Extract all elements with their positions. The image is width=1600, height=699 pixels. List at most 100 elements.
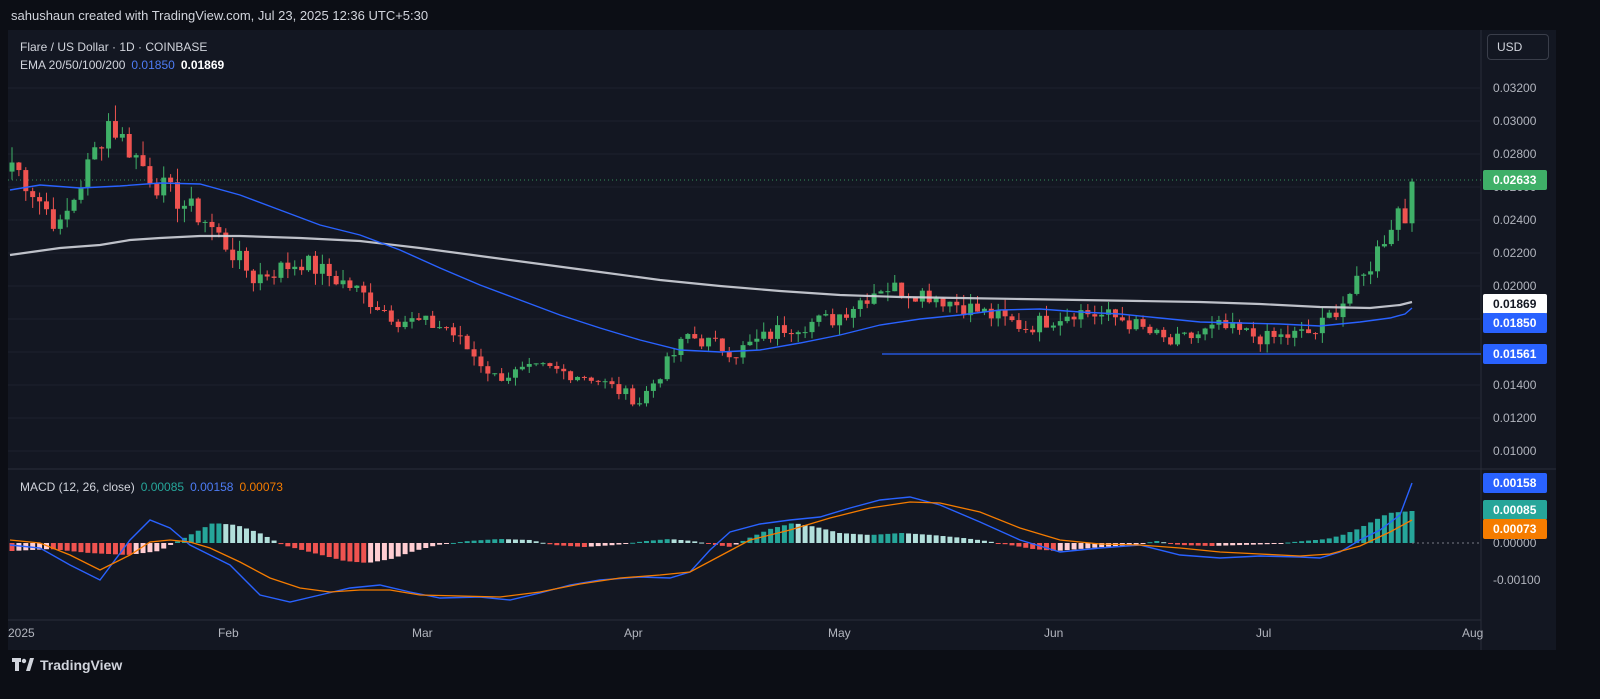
candle-body: [1264, 330, 1270, 345]
tradingview-logo[interactable]: TradingView: [12, 657, 122, 673]
macd-hist-bar: [285, 543, 291, 547]
candle-body: [1285, 334, 1291, 338]
candle-body: [547, 363, 553, 367]
candle-body: [126, 133, 132, 158]
macd-legend[interactable]: MACD (12, 26, close) 0.00085 0.00158 0.0007…: [20, 480, 283, 494]
candle-body: [609, 381, 615, 385]
macd-hist-bar: [899, 533, 905, 543]
macd-hist-bar: [257, 533, 263, 543]
macd-legend-signal: 0.00073: [239, 480, 283, 494]
macd-hist-bar: [1188, 543, 1194, 546]
candle-body: [1071, 316, 1077, 320]
candle-body: [843, 314, 849, 318]
candle-body: [809, 321, 815, 333]
macd-hist-bar: [1381, 515, 1387, 543]
macd-hist-bar: [443, 543, 449, 544]
macd-hist-bar: [892, 533, 898, 543]
candle-body: [16, 162, 22, 171]
candle-body: [292, 266, 298, 270]
macd-hist-bar: [409, 543, 415, 552]
candle-body: [540, 363, 546, 365]
macd-hist-bar: [64, 543, 70, 551]
candle-body: [43, 201, 49, 210]
macd-tags: 0.00158 0.00085 0.00073: [1483, 473, 1547, 539]
candle-body: [1278, 334, 1284, 337]
candle-body: [402, 321, 408, 328]
macd-hist-bar: [271, 540, 277, 543]
macd-hist-bar: [202, 527, 208, 543]
macd-hist-bar: [9, 543, 15, 551]
candle-body: [1361, 274, 1367, 276]
candle-body: [699, 338, 705, 347]
candle-body: [64, 210, 70, 220]
tradingview-logo-icon: [12, 658, 34, 671]
macd-hist-bar: [1278, 543, 1284, 544]
candle-body: [271, 276, 277, 278]
candle-body: [719, 338, 725, 352]
macd-hist-bar: [837, 532, 843, 543]
candle-body: [954, 301, 960, 306]
macd-hist-bar: [416, 543, 422, 550]
macd-hist-bar: [1009, 543, 1015, 546]
macd-hist-bar: [1140, 543, 1146, 544]
macd-hist-bar: [995, 543, 1001, 544]
candle-body: [816, 315, 822, 322]
candle-body: [1299, 329, 1305, 331]
candle-body: [1037, 315, 1043, 333]
macd-hist-bar: [402, 543, 408, 555]
candle-body: [706, 337, 712, 347]
candle-body: [664, 356, 670, 380]
macd-hist-bar: [478, 540, 484, 543]
macd-hist-bar: [243, 528, 249, 543]
ema-legend[interactable]: EMA 20/50/100/200 0.01850 0.01869: [20, 58, 224, 72]
candle-body: [885, 291, 891, 293]
macd-hist-bar: [1230, 543, 1236, 546]
macd-hist-bar: [16, 543, 22, 551]
macd-hist-bar: [609, 543, 615, 546]
candle-body: [99, 147, 105, 149]
macd-hist-bar: [1326, 538, 1332, 543]
candle-body: [975, 303, 981, 312]
time-tick-label: May: [828, 626, 851, 640]
macd-hist-bar: [464, 541, 470, 543]
candle-body: [181, 205, 187, 209]
macd-hist-bar: [878, 534, 884, 543]
chart-canvas[interactable]: 0.032000.030000.028000.026000.024000.022…: [0, 0, 1600, 699]
macd-hist-bar: [864, 534, 870, 543]
price-tick-label: 0.01200: [1493, 411, 1537, 425]
candle-body: [1202, 328, 1208, 335]
candle-body: [1409, 181, 1415, 224]
currency-button[interactable]: USD: [1487, 34, 1549, 60]
candle-body: [381, 310, 387, 312]
candle-body: [375, 307, 381, 311]
candle-body: [671, 355, 677, 357]
macd-hist-bar: [650, 540, 656, 543]
candle-body: [643, 390, 649, 404]
candle-body: [492, 373, 498, 375]
candle-body: [1333, 312, 1339, 318]
symbol-title-text: Flare / US Dollar · 1D · COINBASE: [20, 40, 208, 54]
candle-body: [1209, 324, 1215, 329]
candle-body: [78, 187, 84, 200]
candle-body: [568, 371, 574, 381]
tradingview-logo-text: TradingView: [40, 657, 123, 673]
candle-body: [285, 262, 291, 270]
candle-body: [457, 335, 463, 337]
candle-body: [588, 377, 594, 381]
candle-body: [526, 363, 532, 367]
macd-hist-bar: [1299, 541, 1305, 543]
candle-body: [71, 199, 77, 211]
candle-body: [202, 221, 208, 223]
time-tick-label: Feb: [218, 626, 239, 640]
macd-hist-bar: [1250, 543, 1256, 545]
macd-hist-bar: [388, 543, 394, 559]
ema-50-tag: 0.01850: [1493, 316, 1537, 330]
signal-tag: 0.00073: [1493, 522, 1537, 536]
candle-body: [919, 290, 925, 302]
candle-body: [1347, 293, 1353, 304]
candle-body: [57, 219, 63, 229]
candle-body: [347, 280, 353, 288]
macd-hist-bar: [1319, 539, 1325, 543]
candle-body: [216, 227, 222, 233]
tradingview-screenshot: sahushaun created with TradingView.com, …: [0, 0, 1600, 699]
